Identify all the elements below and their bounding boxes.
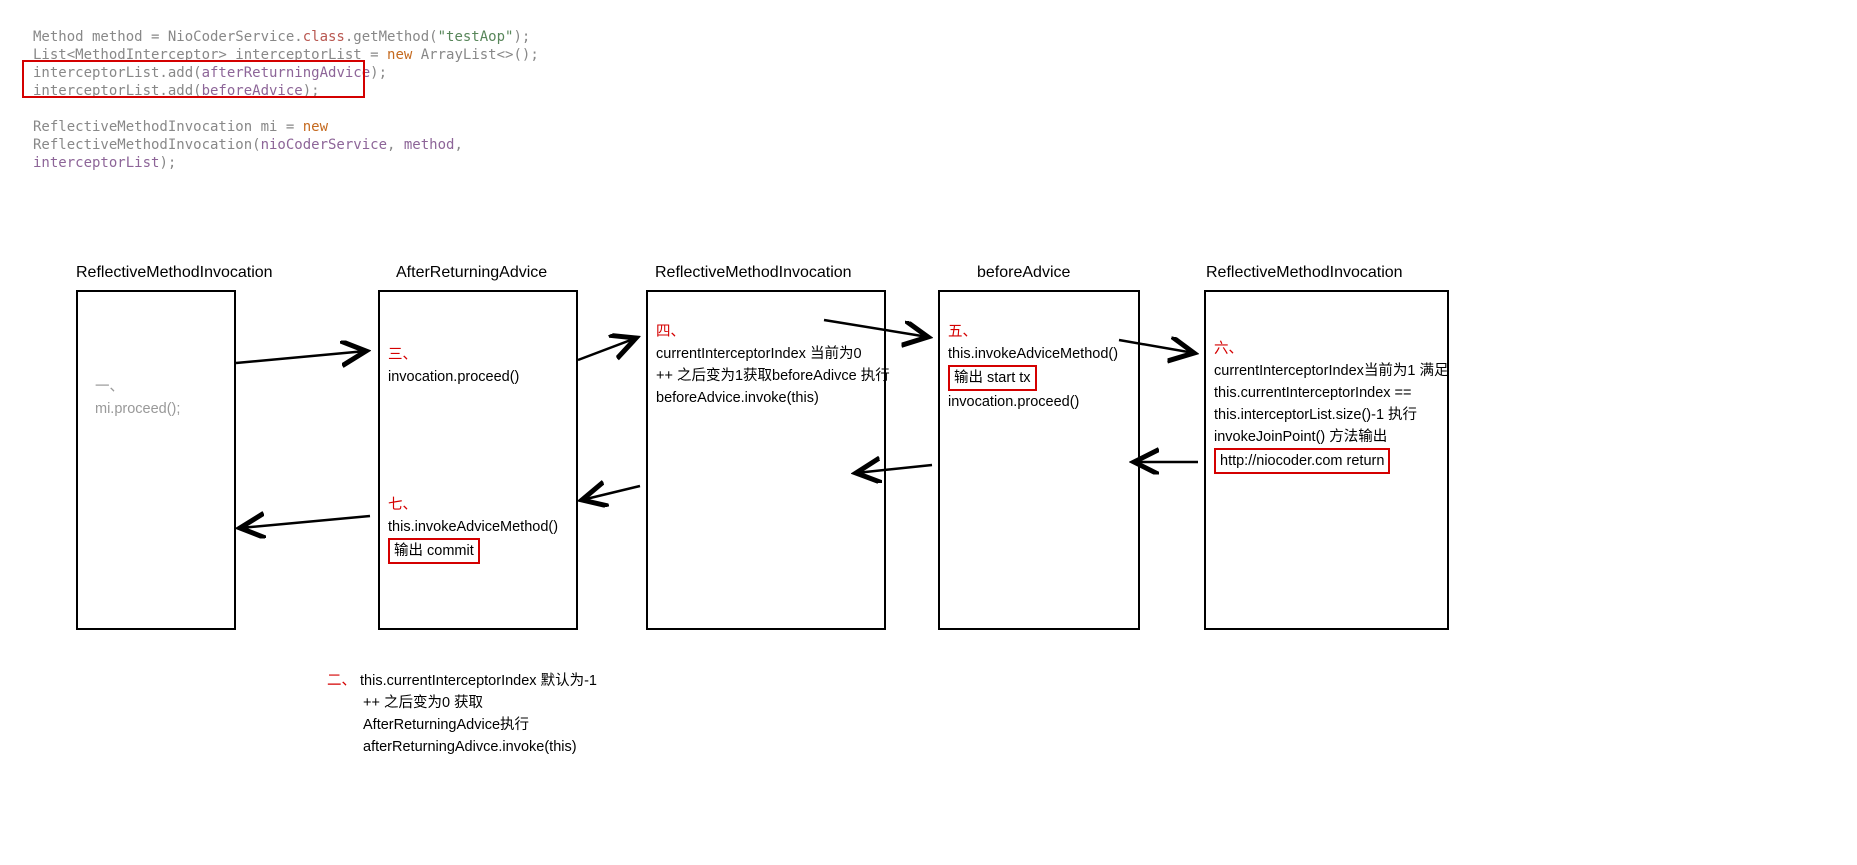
step-5-line1: this.invokeAdviceMethod() <box>948 346 1118 362</box>
step-3-line: invocation.proceed() <box>388 369 519 385</box>
box2 <box>378 290 578 630</box>
step-6-num: 六、 <box>1214 341 1243 357</box>
arrow-3-to-2 <box>578 480 646 510</box>
box5-content: 六、 currentInterceptorIndex当前为1 满足 this.c… <box>1214 338 1449 474</box>
step-6-output: http://niocoder.com return <box>1214 448 1390 474</box>
arrow-2-to-3 <box>578 330 646 370</box>
arrow-3-to-4 <box>824 315 938 355</box>
step-7-output: 输出 commit <box>388 538 480 564</box>
step-3-num: 三、 <box>388 347 417 363</box>
step-6-line1: currentInterceptorIndex当前为1 满足 <box>1214 363 1449 379</box>
footnote-step2: 二、 this.currentInterceptorIndex 默认为-1 ++… <box>327 670 597 758</box>
step-4-line2: ++ 之后变为1获取beforeAdivce 执行 <box>656 368 890 384</box>
step-4-line3: beforeAdvice.invoke(this) <box>656 390 819 406</box>
step-2-num: 二、 <box>327 673 356 689</box>
step-2-line3: AfterReturningAdvice执行 <box>363 717 529 733</box>
box2-title: AfterReturningAdvice <box>396 264 547 282</box>
step-2-line1: this.currentInterceptorIndex 默认为-1 <box>360 673 597 689</box>
step-6-line4: invokeJoinPoint() 方法输出 <box>1214 429 1387 445</box>
step-5-num: 五、 <box>948 324 977 340</box>
step-6-line2: this.currentInterceptorIndex == <box>1214 385 1411 401</box>
step-2-line2: ++ 之后变为0 获取 <box>363 695 483 711</box>
arrow-4-to-5 <box>1119 335 1204 365</box>
step-1-num: 一、 <box>95 379 124 395</box>
arrow-1-to-2 <box>236 345 378 375</box>
step-5-line2: invocation.proceed() <box>948 394 1079 410</box>
step-7-num: 七、 <box>388 497 417 513</box>
box1-title: ReflectiveMethodInvocation <box>76 264 273 282</box>
step-2-line4: afterReturningAdivce.invoke(this) <box>363 739 577 755</box>
box4-content: 五、 this.invokeAdviceMethod() 输出 start tx… <box>948 321 1118 413</box>
arrow-4-to-3 <box>850 455 938 485</box>
box1 <box>76 290 236 630</box>
step-4-num: 四、 <box>656 324 685 340</box>
arrow-2-to-1 <box>236 510 378 540</box>
box4-title: beforeAdvice <box>977 264 1070 282</box>
step-7-line1: this.invokeAdviceMethod() <box>388 519 558 535</box>
box3-title: ReflectiveMethodInvocation <box>655 264 852 282</box>
box2-content-upper: 三、 invocation.proceed() <box>388 344 519 388</box>
step-6-line3: this.interceptorList.size()-1 执行 <box>1214 407 1417 423</box>
box5-title: ReflectiveMethodInvocation <box>1206 264 1403 282</box>
box2-content-lower: 七、 this.invokeAdviceMethod() 输出 commit <box>388 494 558 564</box>
diagram: ReflectiveMethodInvocation 一、 mi.proceed… <box>0 0 1857 865</box>
arrow-5-to-4 <box>1128 450 1204 480</box>
step-5-output: 输出 start tx <box>948 365 1037 391</box>
box1-content: 一、 mi.proceed(); <box>95 376 180 420</box>
step-1-line: mi.proceed(); <box>95 401 180 417</box>
